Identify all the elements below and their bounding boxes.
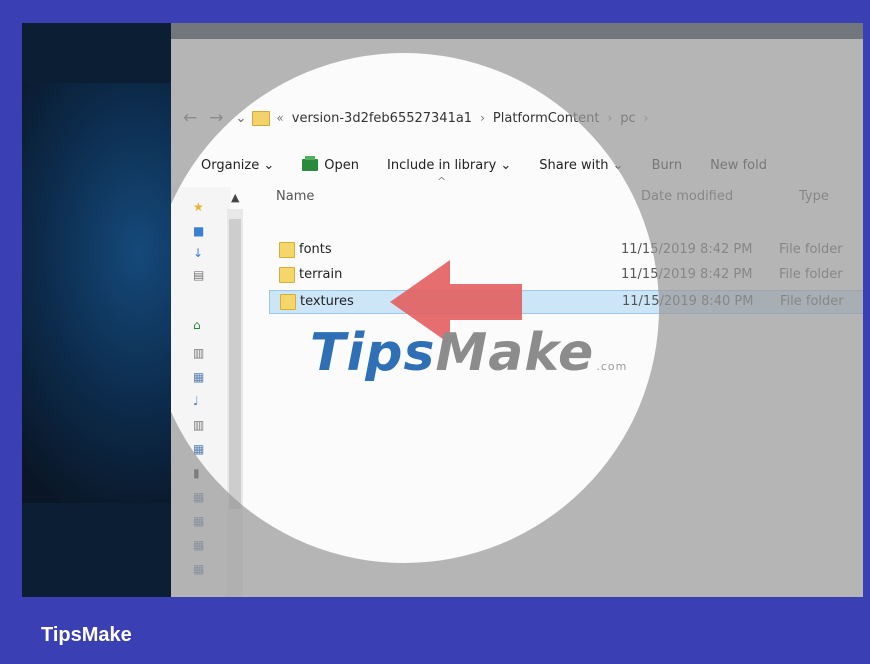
file-row-terrain[interactable]: terrain 11/15/2019 8:42 PM File folder (269, 264, 863, 286)
scrollbar-thumb[interactable] (229, 219, 241, 509)
folder-icon (252, 110, 271, 126)
include-in-library-button[interactable]: Include in library ⌄ (387, 158, 511, 173)
open-button[interactable]: Open (302, 156, 359, 173)
folder-icon (279, 242, 295, 258)
drive-icon[interactable]: ▥ (193, 419, 205, 431)
new-folder-button[interactable]: New fold (710, 158, 767, 173)
chevron-right-icon: › (480, 111, 485, 125)
column-type[interactable]: Type (799, 189, 829, 204)
file-type: File folder (779, 242, 843, 257)
file-row-fonts[interactable]: fonts 11/15/2019 8:42 PM File folder (269, 239, 863, 261)
address-bar: ← → ⌄ « version-3d2feb65527341a1 › Platf… (183, 105, 656, 131)
folder-link-icon[interactable]: ▦ (193, 371, 205, 383)
burn-button[interactable]: Burn (652, 158, 683, 173)
folder-link-icon[interactable]: ▦ (193, 491, 205, 503)
open-label: Open (324, 157, 359, 173)
tipsmake-watermark: TipsMake .com (310, 323, 628, 383)
folder-link-icon[interactable]: ▦ (193, 443, 205, 455)
command-bar: Organize ⌄ Open Include in library ⌄ Sha… (201, 153, 795, 177)
drive-icon[interactable]: ▥ (193, 347, 205, 359)
recent-locations-icon[interactable]: ⌄ (236, 111, 247, 126)
navigation-pane: ★ ■ ↓ ▤ ⌂ ▥ ▦ ♩ ▥ ▦ ▮ ▦ ▦ ▦ ▦ (171, 187, 231, 597)
desktop-icon[interactable]: ■ (193, 225, 205, 237)
share-with-button[interactable]: Share with ⌄ (539, 158, 623, 173)
folder-link-icon[interactable]: ▦ (193, 539, 205, 551)
scroll-up-icon[interactable]: ▲ (231, 191, 239, 204)
chevron-right-icon: › (607, 111, 613, 125)
overflow-icon[interactable]: « (276, 111, 283, 125)
open-icon (302, 156, 319, 171)
breadcrumb-pc[interactable]: pc (620, 111, 635, 126)
folder-link-icon[interactable]: ▦ (193, 515, 205, 527)
file-date: 11/15/2019 8:42 PM (621, 242, 753, 257)
file-row-textures[interactable]: textures 11/15/2019 8:40 PM File folder (269, 290, 863, 314)
column-name[interactable]: Name (276, 189, 314, 204)
file-type: File folder (779, 267, 843, 282)
breadcrumb-version[interactable]: version-3d2feb65527341a1 (292, 111, 472, 126)
organize-button[interactable]: Organize ⌄ (201, 158, 274, 173)
folder-icon (279, 267, 295, 283)
homegroup-icon[interactable]: ⌂ (193, 319, 205, 331)
screenshot-area: ← → ⌄ « version-3d2feb65527341a1 › Platf… (22, 23, 863, 597)
file-date: 11/15/2019 8:40 PM (622, 294, 754, 309)
chevron-right-icon: › (643, 111, 649, 125)
file-name: terrain (299, 267, 343, 282)
download-icon[interactable]: ↓ (193, 247, 205, 259)
breadcrumb-platformcontent[interactable]: PlatformContent (493, 111, 600, 126)
star-icon[interactable]: ★ (193, 201, 205, 213)
file-date: 11/15/2019 8:42 PM (621, 267, 753, 282)
music-icon[interactable]: ♩ (193, 395, 205, 407)
sort-caret-icon: ^ (437, 175, 447, 188)
back-arrow-icon[interactable]: ← (183, 108, 197, 128)
column-date-modified[interactable]: Date modified (641, 189, 733, 204)
file-name: textures (300, 294, 354, 309)
folder-link-icon[interactable]: ▦ (193, 563, 205, 575)
forward-arrow-icon[interactable]: → (209, 108, 223, 128)
file-name: fonts (299, 242, 332, 257)
brand-logo: TipsMake (41, 624, 132, 646)
file-type: File folder (780, 294, 844, 309)
folder-icon (280, 294, 296, 310)
device-icon[interactable]: ▮ (193, 467, 205, 479)
documents-icon[interactable]: ▤ (193, 269, 205, 281)
navigation-scrollbar[interactable] (227, 209, 243, 597)
